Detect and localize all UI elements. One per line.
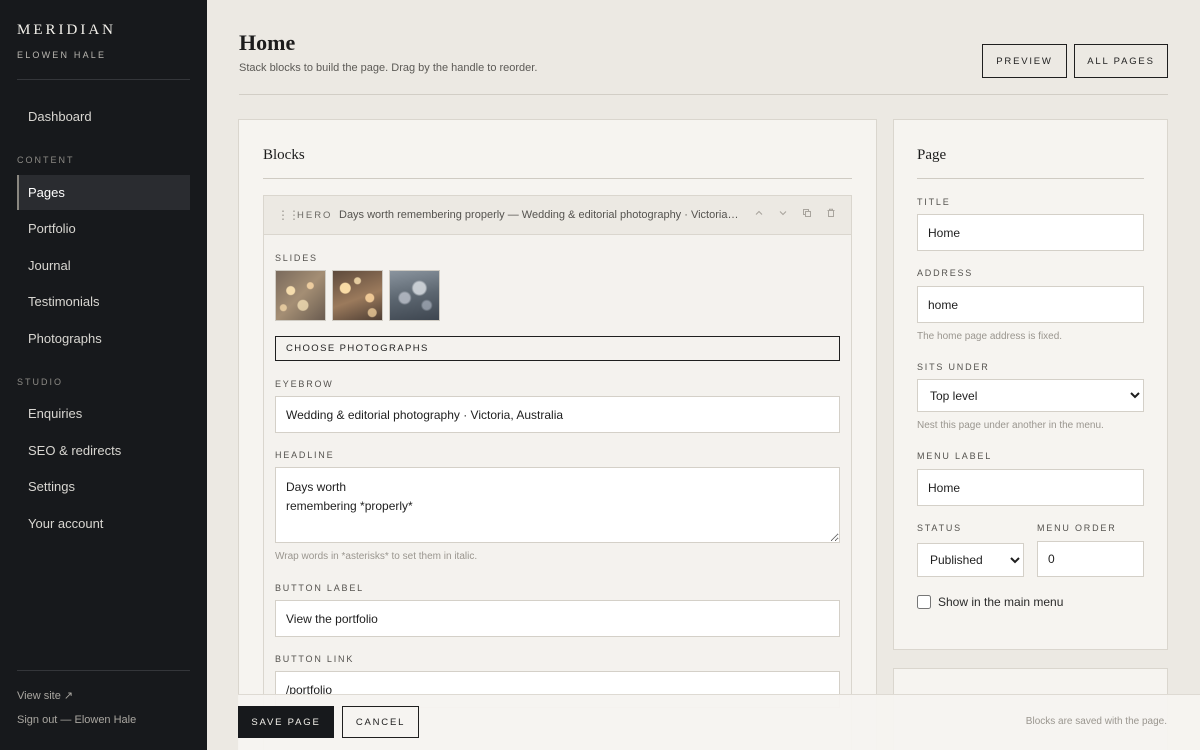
choose-photographs-button[interactable]: CHOOSE PHOTOGRAPHS — [275, 336, 840, 361]
save-page-button[interactable]: SAVE PAGE — [238, 706, 334, 738]
duplicate-icon[interactable] — [800, 208, 814, 222]
menu-label-input[interactable] — [917, 469, 1144, 506]
sign-out-link[interactable]: Sign out — Elowen Hale — [17, 714, 136, 726]
sidebar-group-content: CONTENT — [17, 155, 75, 165]
block-header: ⋮⋮ HERO Days worth remembering properly … — [264, 196, 851, 235]
sidebar-item-your-account[interactable]: Your account — [17, 506, 190, 541]
sidebar-item-enquiries[interactable]: Enquiries — [17, 396, 190, 431]
address-hint: The home page address is fixed. — [917, 331, 1063, 342]
brand-owner: ELOWEN HALE — [17, 50, 107, 60]
sidebar-group-studio: STUDIO — [17, 377, 64, 387]
sidebar-item-settings[interactable]: Settings — [17, 469, 190, 504]
status-select[interactable]: Published — [917, 543, 1024, 577]
menu-label-label: MENU LABEL — [917, 451, 993, 461]
page-subtitle: Stack blocks to build the page. Drag by … — [239, 62, 538, 74]
sidebar-item-journal[interactable]: Journal — [17, 248, 190, 283]
sidebar-item-portfolio[interactable]: Portfolio — [17, 211, 190, 246]
all-pages-button[interactable]: ALL PAGES — [1074, 44, 1168, 78]
address-input[interactable] — [917, 286, 1144, 323]
sits-under-hint: Nest this page under another in the menu… — [917, 420, 1104, 431]
sidebar: MERIDIAN ELOWEN HALE Dashboard CONTENT P… — [0, 0, 207, 750]
sits-under-label: SITS UNDER — [917, 362, 990, 372]
blocks-panel-divider — [263, 178, 852, 179]
show-in-menu-checkbox[interactable] — [917, 595, 931, 609]
cancel-button[interactable]: CANCEL — [342, 706, 419, 738]
blocks-panel-title: Blocks — [263, 147, 305, 163]
slide-thumbnail[interactable] — [332, 270, 383, 321]
header-divider — [239, 94, 1168, 95]
eyebrow-label: EYEBROW — [275, 379, 334, 389]
headline-textarea[interactable]: Days worth remembering *properly* — [275, 467, 840, 543]
brand-name: MERIDIAN — [17, 22, 116, 38]
sidebar-item-seo-redirects[interactable]: SEO & redirects — [17, 433, 190, 468]
headline-hint: Wrap words in *asterisks* to set them in… — [275, 551, 478, 562]
page-title: Home — [239, 30, 296, 55]
block-type-label: HERO — [297, 210, 333, 221]
block-summary[interactable]: Days worth remembering properly — Weddin… — [339, 209, 739, 221]
address-label: ADDRESS — [917, 268, 974, 278]
sidebar-footer-divider — [17, 670, 190, 671]
move-up-icon[interactable] — [752, 208, 766, 222]
slide-thumbnail[interactable] — [275, 270, 326, 321]
title-label: TITLE — [917, 197, 951, 207]
preview-button[interactable]: PREVIEW — [982, 44, 1067, 78]
sidebar-item-testimonials[interactable]: Testimonials — [17, 284, 190, 319]
menu-order-input[interactable] — [1037, 541, 1144, 577]
button-label-label: BUTTON LABEL — [275, 583, 364, 593]
title-input[interactable] — [917, 214, 1144, 251]
sidebar-divider — [17, 79, 190, 80]
headline-label: HEADLINE — [275, 450, 335, 460]
save-note: Blocks are saved with the page. — [1025, 716, 1167, 727]
page-panel-divider — [917, 178, 1144, 179]
delete-icon[interactable] — [824, 208, 838, 222]
sidebar-item-pages[interactable]: Pages — [17, 175, 190, 210]
button-label-input[interactable] — [275, 600, 840, 637]
menu-order-label: MENU ORDER — [1037, 523, 1117, 533]
show-in-menu-label[interactable]: Show in the main menu — [938, 595, 1063, 609]
status-label: STATUS — [917, 523, 962, 533]
eyebrow-input[interactable] — [275, 396, 840, 433]
slide-thumbnail[interactable] — [389, 270, 440, 321]
view-site-link[interactable]: View site ↗ — [17, 689, 73, 702]
button-link-label: BUTTON LINK — [275, 654, 355, 664]
page-panel-title: Page — [917, 147, 947, 163]
sits-under-select[interactable]: Top level — [917, 379, 1144, 412]
move-down-icon[interactable] — [776, 208, 790, 222]
sidebar-item-dashboard[interactable]: Dashboard — [17, 99, 190, 134]
sidebar-item-photographs[interactable]: Photographs — [17, 321, 190, 356]
slides-label: SLIDES — [275, 253, 318, 263]
drag-handle-icon[interactable]: ⋮⋮ — [277, 208, 300, 222]
